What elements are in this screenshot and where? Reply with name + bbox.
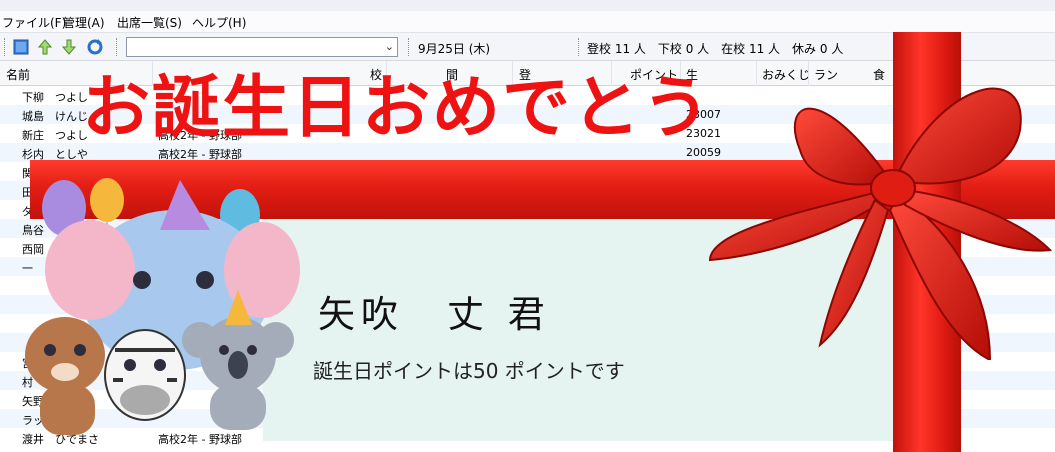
save-icon[interactable] xyxy=(13,39,29,55)
student-name-cell: 新庄 つよし xyxy=(22,129,88,142)
upload-icon[interactable] xyxy=(37,39,53,55)
menu-help[interactable]: ヘルプ(H) xyxy=(192,14,246,31)
student-name-cell: 城島 けんじ xyxy=(22,110,88,123)
student-name: 矢吹 丈 君 xyxy=(318,293,551,336)
birthday-points-message: 誕生日ポイントは50 ポイントです xyxy=(313,359,625,383)
menu-admin[interactable]: 管理(A) xyxy=(63,14,105,31)
menu-attendance-list[interactable]: 出席一覧(S) xyxy=(117,14,182,31)
menu-bar: ファイル(F) 管理(A) 出席一覧(S) ヘルプ(H) xyxy=(0,11,1055,33)
menu-file[interactable]: ファイル(F) xyxy=(2,14,66,31)
student-name-cell: 下柳 つよし xyxy=(22,91,88,104)
party-animals-icon xyxy=(25,178,300,435)
birthday-headline: お誕生日おめでとう xyxy=(82,69,713,148)
download-icon[interactable] xyxy=(61,39,77,55)
toolbar-grip xyxy=(4,38,5,56)
column-name[interactable]: 名前 xyxy=(6,66,30,83)
ribbon-bow-icon xyxy=(708,87,1053,360)
title-bar xyxy=(0,0,1055,11)
